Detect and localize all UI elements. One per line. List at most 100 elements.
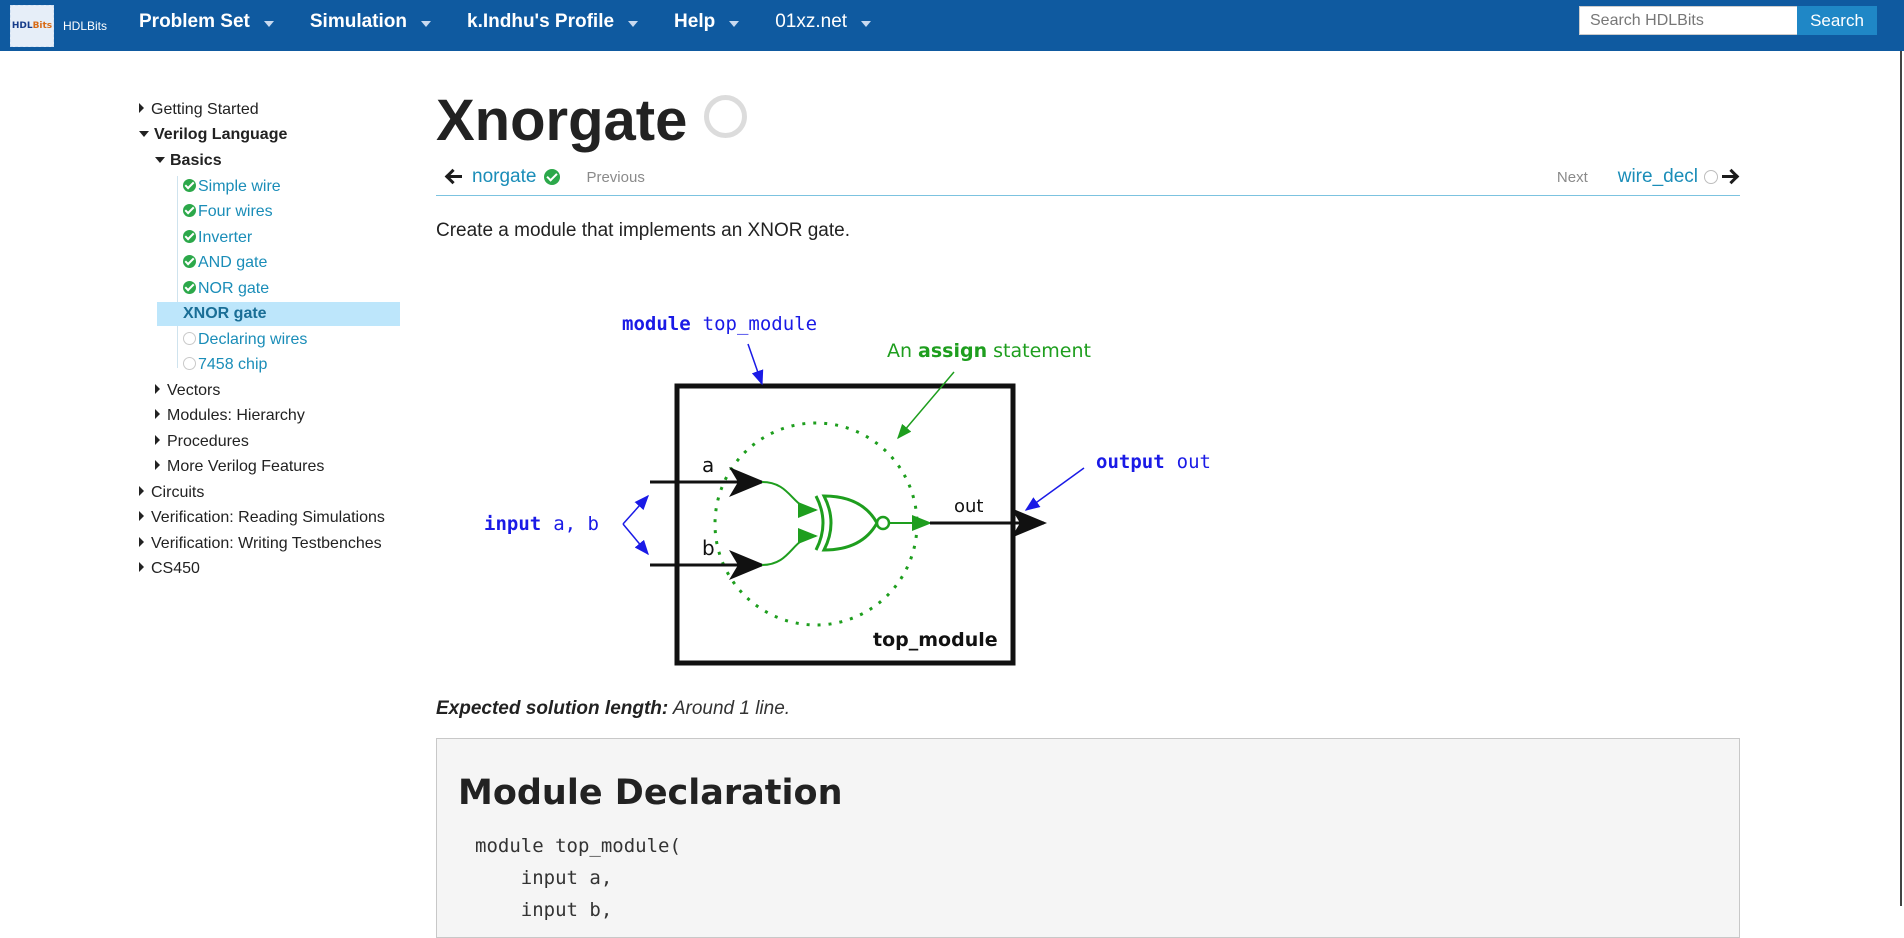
problem-inverter[interactable]: Inverter bbox=[183, 226, 252, 250]
menu-problem-set[interactable]: Problem Set bbox=[139, 11, 274, 33]
arrow-right-icon[interactable] bbox=[1720, 169, 1738, 185]
logo-bits-text: Bits bbox=[32, 21, 53, 31]
tree-guide-line bbox=[177, 176, 178, 368]
problem-four-wires[interactable]: Four wires bbox=[183, 200, 273, 224]
tree-item-vectors[interactable]: Vectors bbox=[155, 379, 220, 403]
menu-help[interactable]: Help bbox=[674, 11, 740, 33]
problem-simple-wire[interactable]: Simple wire bbox=[183, 175, 281, 199]
xnor-gate-symbol bbox=[814, 495, 825, 551]
tree-item-procedures[interactable]: Procedures bbox=[155, 430, 249, 454]
next-problem-link[interactable]: wire_decl bbox=[1618, 166, 1698, 188]
caret-right-icon bbox=[155, 409, 160, 419]
arrow-left-icon[interactable] bbox=[446, 169, 464, 185]
tree-item-label: CS450 bbox=[151, 560, 200, 577]
input-pointer-a bbox=[622, 494, 649, 525]
module-pointer-arrow bbox=[747, 343, 764, 386]
caret-down-icon bbox=[729, 20, 740, 27]
expected-solution-length: Expected solution length: Around 1 line. bbox=[436, 698, 790, 720]
output-keyword-label: output out bbox=[1096, 451, 1211, 473]
problem-label: Simple wire bbox=[198, 178, 281, 195]
xnor-inversion-bubble bbox=[875, 515, 891, 531]
tree-item-label: Basics bbox=[170, 152, 222, 169]
code-line: module top_module( bbox=[475, 835, 681, 857]
box-label: top_module bbox=[873, 629, 998, 651]
caret-right-icon bbox=[155, 460, 160, 470]
tree-item-label: Verilog Language bbox=[154, 126, 288, 143]
caret-down-icon bbox=[861, 20, 872, 27]
tree-item-circuits[interactable]: Circuits bbox=[139, 481, 204, 505]
problem-nor-gate[interactable]: NOR gate bbox=[183, 277, 269, 301]
problem-description: Create a module that implements an XNOR … bbox=[436, 220, 850, 241]
assign-pointer-arrow bbox=[897, 371, 955, 440]
search-input[interactable] bbox=[1579, 6, 1798, 35]
hdlbits-logo[interactable]: HDL Bits HDLBits bbox=[10, 4, 107, 48]
check-icon bbox=[183, 179, 196, 192]
assign-statement-label: An assign statement bbox=[887, 340, 1091, 362]
xnor-module-diagram: a b out top_module module top_module An as… bbox=[484, 313, 1211, 666]
tree-item-modules-hierarchy[interactable]: Modules: Hierarchy bbox=[155, 404, 305, 428]
tree-item-label: Verification: Writing Testbenches bbox=[151, 535, 382, 552]
caret-right-icon bbox=[155, 384, 160, 394]
previous-label: Previous bbox=[586, 168, 645, 186]
code-line: input b, bbox=[475, 899, 613, 921]
caret-right-icon bbox=[139, 511, 144, 521]
main-menu: Problem Set Simulation k.Indhu's Profile… bbox=[139, 0, 907, 44]
menu-problem-set-label: Problem Set bbox=[139, 11, 250, 32]
next-label: Next bbox=[1556, 168, 1588, 186]
check-icon bbox=[544, 169, 561, 185]
previous-problem-link[interactable]: norgate bbox=[472, 166, 536, 188]
problem-label: Declaring wires bbox=[198, 331, 308, 348]
scrollbar-edge[interactable] bbox=[1900, 51, 1902, 906]
menu-help-label: Help bbox=[674, 11, 716, 32]
tree-item-verilog-language[interactable]: Verilog Language bbox=[139, 123, 287, 147]
tree-item-verification-reading[interactable]: Verification: Reading Simulations bbox=[139, 506, 385, 530]
page-title: Xnorgate bbox=[436, 88, 688, 153]
tree-item-label: Vectors bbox=[167, 382, 221, 399]
empty-circle-icon bbox=[183, 332, 196, 345]
green-wire-a bbox=[761, 481, 818, 518]
caret-right-icon bbox=[139, 537, 144, 547]
output-pointer-arrow bbox=[1024, 467, 1085, 511]
empty-circle-icon bbox=[183, 357, 196, 370]
caret-right-icon bbox=[139, 486, 144, 496]
tree-item-getting-started[interactable]: Getting Started bbox=[139, 98, 259, 122]
check-icon bbox=[183, 281, 196, 294]
menu-01xz[interactable]: 01xz.net bbox=[775, 11, 872, 33]
caret-right-icon bbox=[139, 562, 144, 572]
empty-circle-icon bbox=[1704, 170, 1718, 184]
tree-item-basics[interactable]: Basics bbox=[155, 149, 222, 173]
problem-label: Inverter bbox=[198, 229, 253, 246]
caret-down-icon bbox=[263, 20, 274, 27]
tree-item-label: Getting Started bbox=[151, 101, 259, 118]
green-wire-b bbox=[761, 528, 818, 566]
tree-item-verification-writing[interactable]: Verification: Writing Testbenches bbox=[139, 532, 382, 556]
caret-down-icon bbox=[155, 157, 165, 163]
module-declaration-panel: Module Declaration module top_module( in… bbox=[436, 738, 1740, 938]
search-button[interactable]: Search bbox=[1797, 6, 1877, 35]
problem-declaring-wires[interactable]: Declaring wires bbox=[183, 328, 307, 352]
module-declaration-heading: Module Declaration bbox=[458, 773, 843, 813]
tree-item-cs450[interactable]: CS450 bbox=[139, 557, 200, 581]
xnor-gate-body bbox=[821, 494, 879, 552]
code-line: input a, bbox=[475, 867, 613, 889]
wire-a-label: a bbox=[702, 453, 714, 477]
expected-value: Around 1 line. bbox=[672, 698, 791, 719]
tree-item-label: Modules: Hierarchy bbox=[167, 407, 305, 424]
menu-profile[interactable]: k.Indhu's Profile bbox=[467, 11, 639, 33]
check-icon bbox=[183, 255, 196, 268]
problem-and-gate[interactable]: AND gate bbox=[183, 251, 267, 275]
problem-7458-chip[interactable]: 7458 chip bbox=[183, 353, 267, 377]
module-keyword-label: module top_module bbox=[622, 313, 817, 335]
caret-down-icon bbox=[139, 131, 149, 137]
problem-label: XNOR gate bbox=[183, 305, 267, 322]
logo-text: HDLBits bbox=[63, 19, 108, 33]
nav-divider bbox=[436, 195, 1740, 196]
next-problem-nav: Next wire_decl bbox=[1557, 164, 1738, 190]
caret-right-icon bbox=[139, 103, 144, 113]
tree-item-label: Verification: Reading Simulations bbox=[151, 509, 385, 526]
menu-simulation[interactable]: Simulation bbox=[310, 11, 431, 33]
tree-item-more-verilog-features[interactable]: More Verilog Features bbox=[155, 455, 324, 479]
logo-image: HDL Bits bbox=[10, 5, 54, 47]
problem-xnor-gate[interactable]: XNOR gate bbox=[157, 302, 400, 326]
wire-out-label: out bbox=[954, 496, 983, 517]
